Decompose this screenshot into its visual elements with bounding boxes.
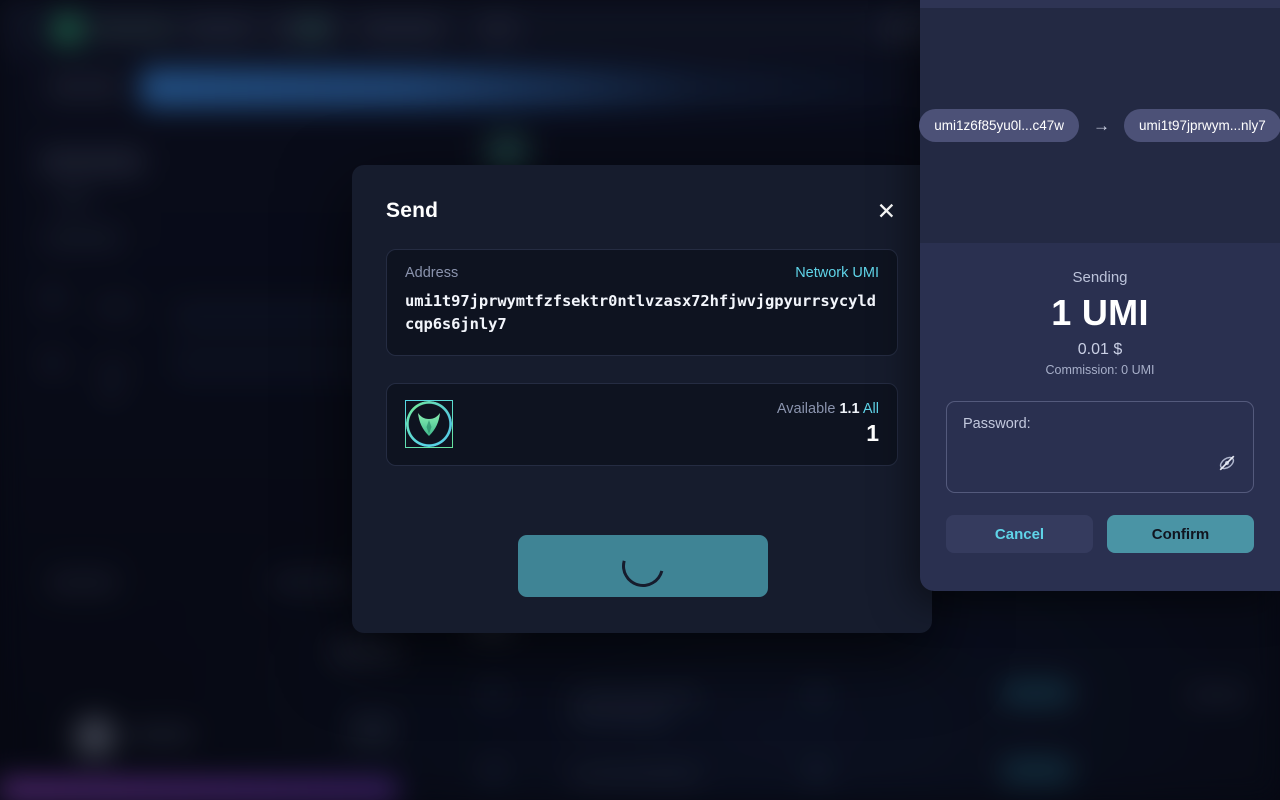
page-title: Send bbox=[386, 199, 439, 222]
available-label: Available bbox=[776, 401, 836, 418]
from-address-chip[interactable]: umi1z6f85yu0l...c47w bbox=[919, 109, 1080, 142]
confirm-panel: umi1z6f85yu0l...c47w → umi1t97jprwym...n… bbox=[919, 0, 1280, 591]
address-field-card[interactable]: Address Network UMI umi1t97jprwymtfzfsek… bbox=[386, 249, 898, 356]
confirm-actions: Cancel Confirm bbox=[946, 515, 1254, 553]
password-label: Password: bbox=[963, 416, 1031, 432]
sending-amount: 1 UMI bbox=[1051, 292, 1149, 333]
umi-coin-icon bbox=[405, 400, 453, 448]
commission-text: Commission: 0 UMI bbox=[1045, 363, 1155, 377]
send-modal: Send ✕ Address Network UMI umi1t97jprwym… bbox=[352, 165, 932, 633]
eye-off-icon[interactable] bbox=[1217, 453, 1237, 478]
available-line: Available 1.1 All bbox=[777, 401, 879, 417]
send-submit-button[interactable] bbox=[518, 535, 768, 597]
network-label[interactable]: Network UMI bbox=[795, 265, 879, 281]
password-field[interactable]: Password: bbox=[946, 401, 1254, 493]
confirm-button[interactable]: Confirm bbox=[1107, 515, 1254, 553]
confirm-body: Sending 1 UMI 0.01 $ Commission: 0 UMI P… bbox=[920, 243, 1280, 553]
umi-logo-glyph bbox=[418, 413, 440, 436]
arrow-right-icon: → bbox=[1093, 115, 1111, 135]
sending-fiat-value: 0.01 $ bbox=[1077, 341, 1123, 358]
cancel-button[interactable]: Cancel bbox=[946, 515, 1093, 553]
all-button[interactable]: All bbox=[863, 401, 879, 417]
amount-input-value[interactable]: 1 bbox=[777, 421, 879, 447]
send-modal-header: Send ✕ bbox=[352, 165, 932, 223]
app-root: Send ✕ Address Network UMI umi1t97jprwym… bbox=[0, 0, 1280, 800]
loading-spinner-icon bbox=[614, 537, 672, 595]
to-address-chip[interactable]: umi1t97jprwym...nly7 bbox=[1124, 109, 1280, 142]
address-field-header: Address Network UMI bbox=[405, 265, 879, 281]
available-value: 1.1 bbox=[839, 401, 860, 418]
panel-header-strip bbox=[920, 0, 1280, 8]
transfer-route: umi1z6f85yu0l...c47w → umi1t97jprwym...n… bbox=[919, 8, 1280, 243]
amount-field-card[interactable]: Available 1.1 All 1 bbox=[386, 382, 898, 466]
sending-label: Sending bbox=[1072, 269, 1128, 286]
amount-right-group: Available 1.1 All 1 bbox=[777, 401, 879, 446]
address-label: Address bbox=[405, 265, 459, 281]
address-value: umi1t97jprwymtfzfsektr0ntlvzasx72hfjwvjg… bbox=[405, 292, 876, 334]
close-icon[interactable]: ✕ bbox=[875, 199, 898, 223]
